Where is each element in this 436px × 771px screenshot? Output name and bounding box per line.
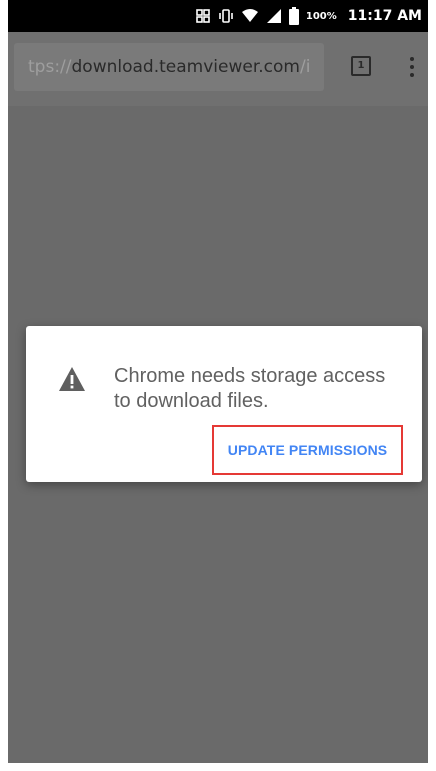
dialog-message: Chrome needs storage access to download …: [114, 365, 386, 412]
url-bar[interactable]: tps://download.teamviewer.com/i: [14, 43, 324, 91]
url-scheme: tps://: [28, 57, 72, 77]
tab-switcher-button[interactable]: 1: [350, 55, 372, 77]
url-host: download.teamviewer.com: [71, 57, 300, 77]
tab-count: 1: [351, 56, 371, 76]
battery-percent: 100%: [305, 10, 337, 22]
cell-signal-icon: [266, 6, 282, 26]
browser-toolbar: tps://download.teamviewer.com/i 1: [8, 32, 428, 106]
warning-icon: [58, 366, 86, 392]
update-permissions-button[interactable]: UPDATE PERMISSIONS: [212, 425, 403, 475]
storage-permission-dialog: Chrome needs storage access to download …: [26, 326, 422, 482]
status-bar: 100% 11:17 AM: [8, 0, 428, 32]
battery-icon: [288, 6, 299, 26]
signal-x-icon: [195, 6, 211, 26]
wifi-icon: [241, 6, 259, 26]
url-path: /i: [299, 57, 311, 77]
phone-screen: 100% 11:17 AM tps://download.teamviewer.…: [8, 0, 428, 763]
clock: 11:17 AM: [347, 8, 422, 24]
vibrate-icon: [218, 6, 234, 26]
overflow-menu-icon[interactable]: [400, 52, 424, 82]
